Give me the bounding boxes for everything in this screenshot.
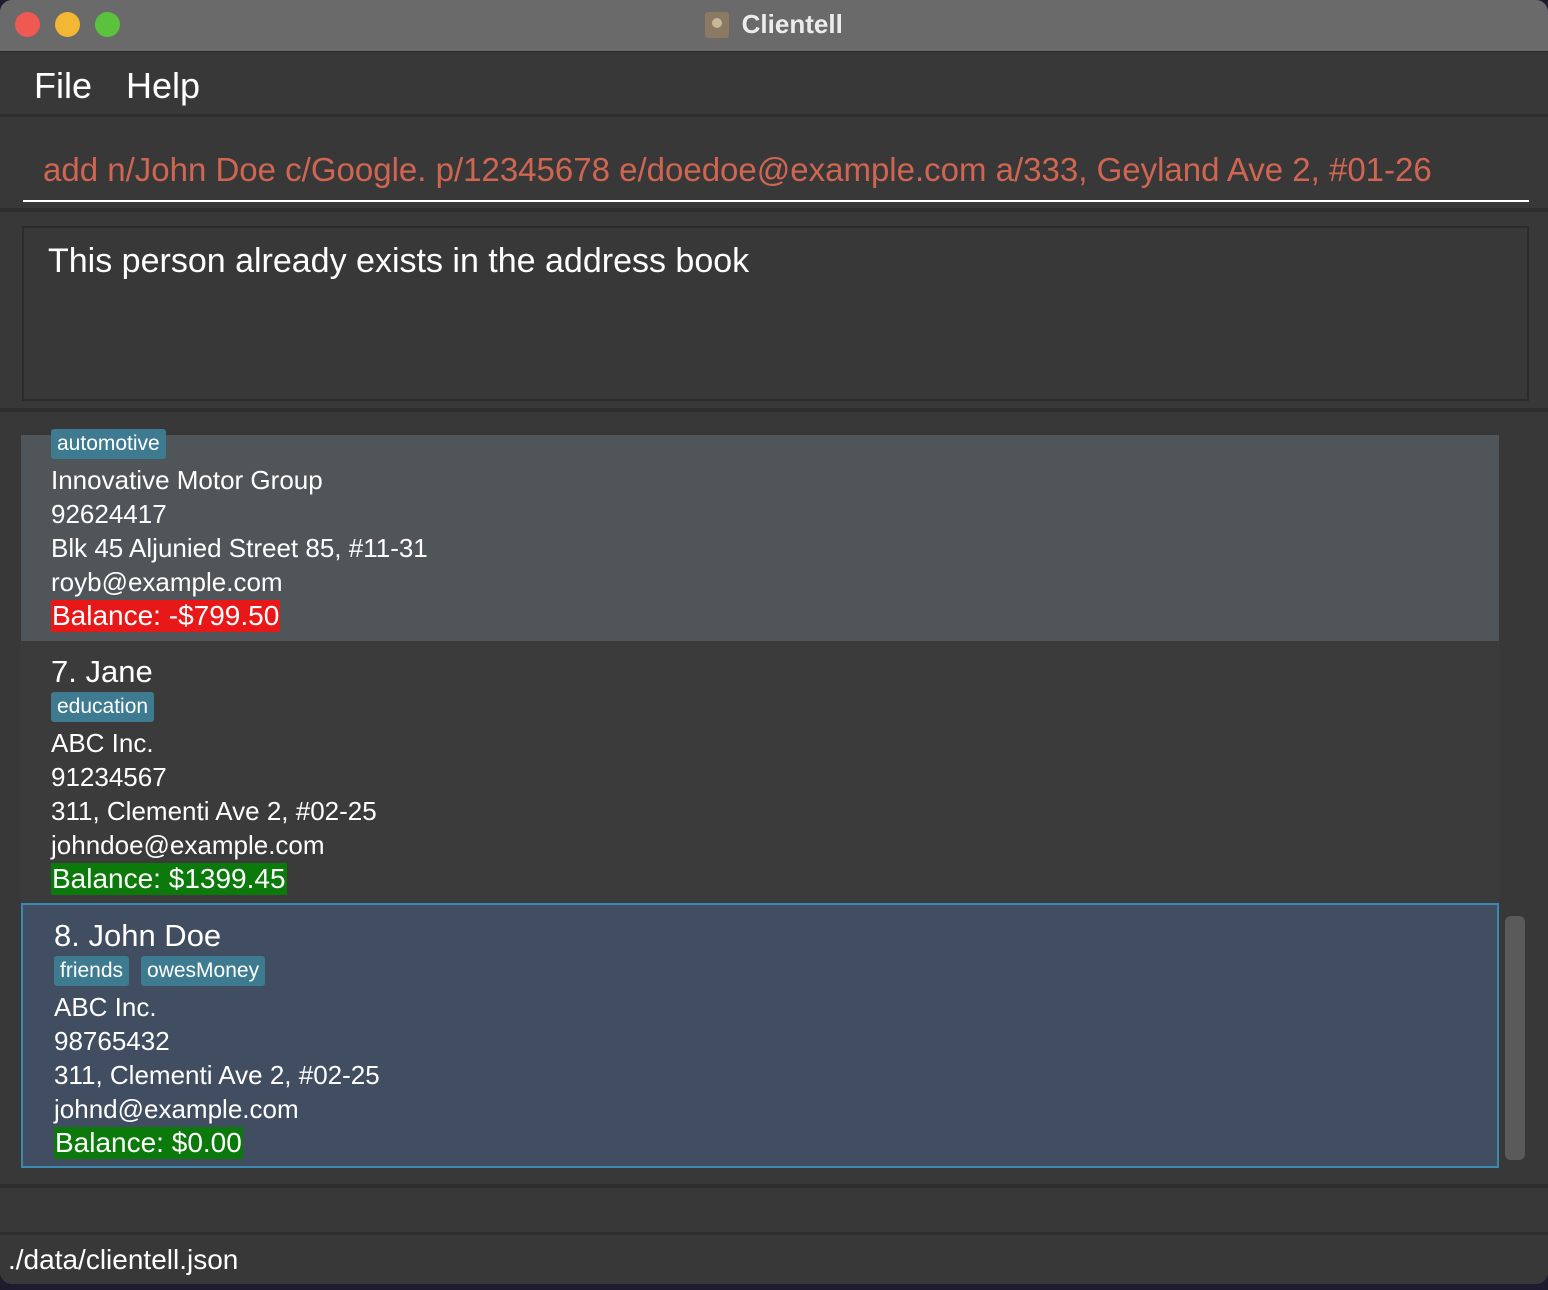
- person-email: royb@example.com: [51, 567, 283, 597]
- person-name: 7. Jane: [51, 654, 153, 689]
- person-tag: owesMoney: [141, 956, 266, 986]
- command-input[interactable]: [23, 140, 1529, 202]
- person-card-content: automotive Innovative Motor Group 926244…: [51, 429, 428, 633]
- result-message: This person already exists in the addres…: [48, 242, 750, 280]
- person-card[interactable]: automotive Innovative Motor Group 926244…: [21, 429, 1499, 641]
- person-email: johnd@example.com: [54, 1094, 299, 1124]
- person-phone: 91234567: [51, 762, 167, 792]
- status-bar: ./data/clientell.json: [0, 1192, 1548, 1284]
- person-company: ABC Inc.: [51, 728, 154, 758]
- menu-bar: File Help: [0, 53, 1548, 117]
- command-box-panel: [0, 120, 1548, 212]
- window-title-group: Clientell: [0, 9, 1548, 40]
- person-address: Blk 45 Aljunied Street 85, #11-31: [51, 533, 428, 563]
- person-name: 8. John Doe: [54, 918, 222, 953]
- person-company: Innovative Motor Group: [51, 465, 323, 495]
- person-tag: education: [51, 692, 155, 722]
- menu-help[interactable]: Help: [126, 65, 200, 107]
- person-tag: friends: [54, 956, 130, 986]
- title-bar: Clientell: [0, 0, 1548, 52]
- person-list-panel: automotive Innovative Motor Group 926244…: [0, 416, 1548, 1188]
- person-tags: education: [51, 692, 377, 726]
- person-email: johndoe@example.com: [51, 830, 325, 860]
- app-window: Clientell File Help This person already …: [0, 0, 1548, 1284]
- window-title: Clientell: [741, 9, 843, 39]
- address-book-app-icon: [705, 11, 730, 38]
- person-balance: Balance: -$799.50: [51, 600, 281, 632]
- person-card-content: 7. Jane education ABC Inc. 91234567 311,…: [51, 652, 377, 896]
- result-display-box[interactable]: This person already exists in the addres…: [22, 226, 1529, 401]
- person-phone: 92624417: [51, 499, 167, 529]
- person-address: 311, Clementi Ave 2, #02-25: [54, 1060, 380, 1090]
- menu-file[interactable]: File: [34, 65, 92, 107]
- person-card[interactable]: 7. Jane education ABC Inc. 91234567 311,…: [21, 641, 1499, 903]
- person-card-content: 8. John Doe friends owesMoney ABC Inc. 98…: [54, 916, 380, 1160]
- result-display-panel: This person already exists in the addres…: [0, 216, 1548, 412]
- person-tag: automotive: [51, 429, 166, 459]
- person-balance: Balance: $0.00: [54, 1127, 243, 1159]
- person-balance: Balance: $1399.45: [51, 863, 287, 895]
- person-address: 311, Clementi Ave 2, #02-25: [51, 796, 377, 826]
- status-divider: [0, 1232, 1548, 1235]
- save-file-path: ./data/clientell.json: [8, 1244, 239, 1275]
- person-tags: automotive: [51, 429, 428, 463]
- person-company: ABC Inc.: [54, 992, 157, 1022]
- person-tags: friends owesMoney: [54, 956, 380, 990]
- list-scrollbar-thumb[interactable]: [1505, 916, 1525, 1160]
- person-card-selected[interactable]: 8. John Doe friends owesMoney ABC Inc. 98…: [21, 903, 1499, 1168]
- person-phone: 98765432: [54, 1026, 170, 1056]
